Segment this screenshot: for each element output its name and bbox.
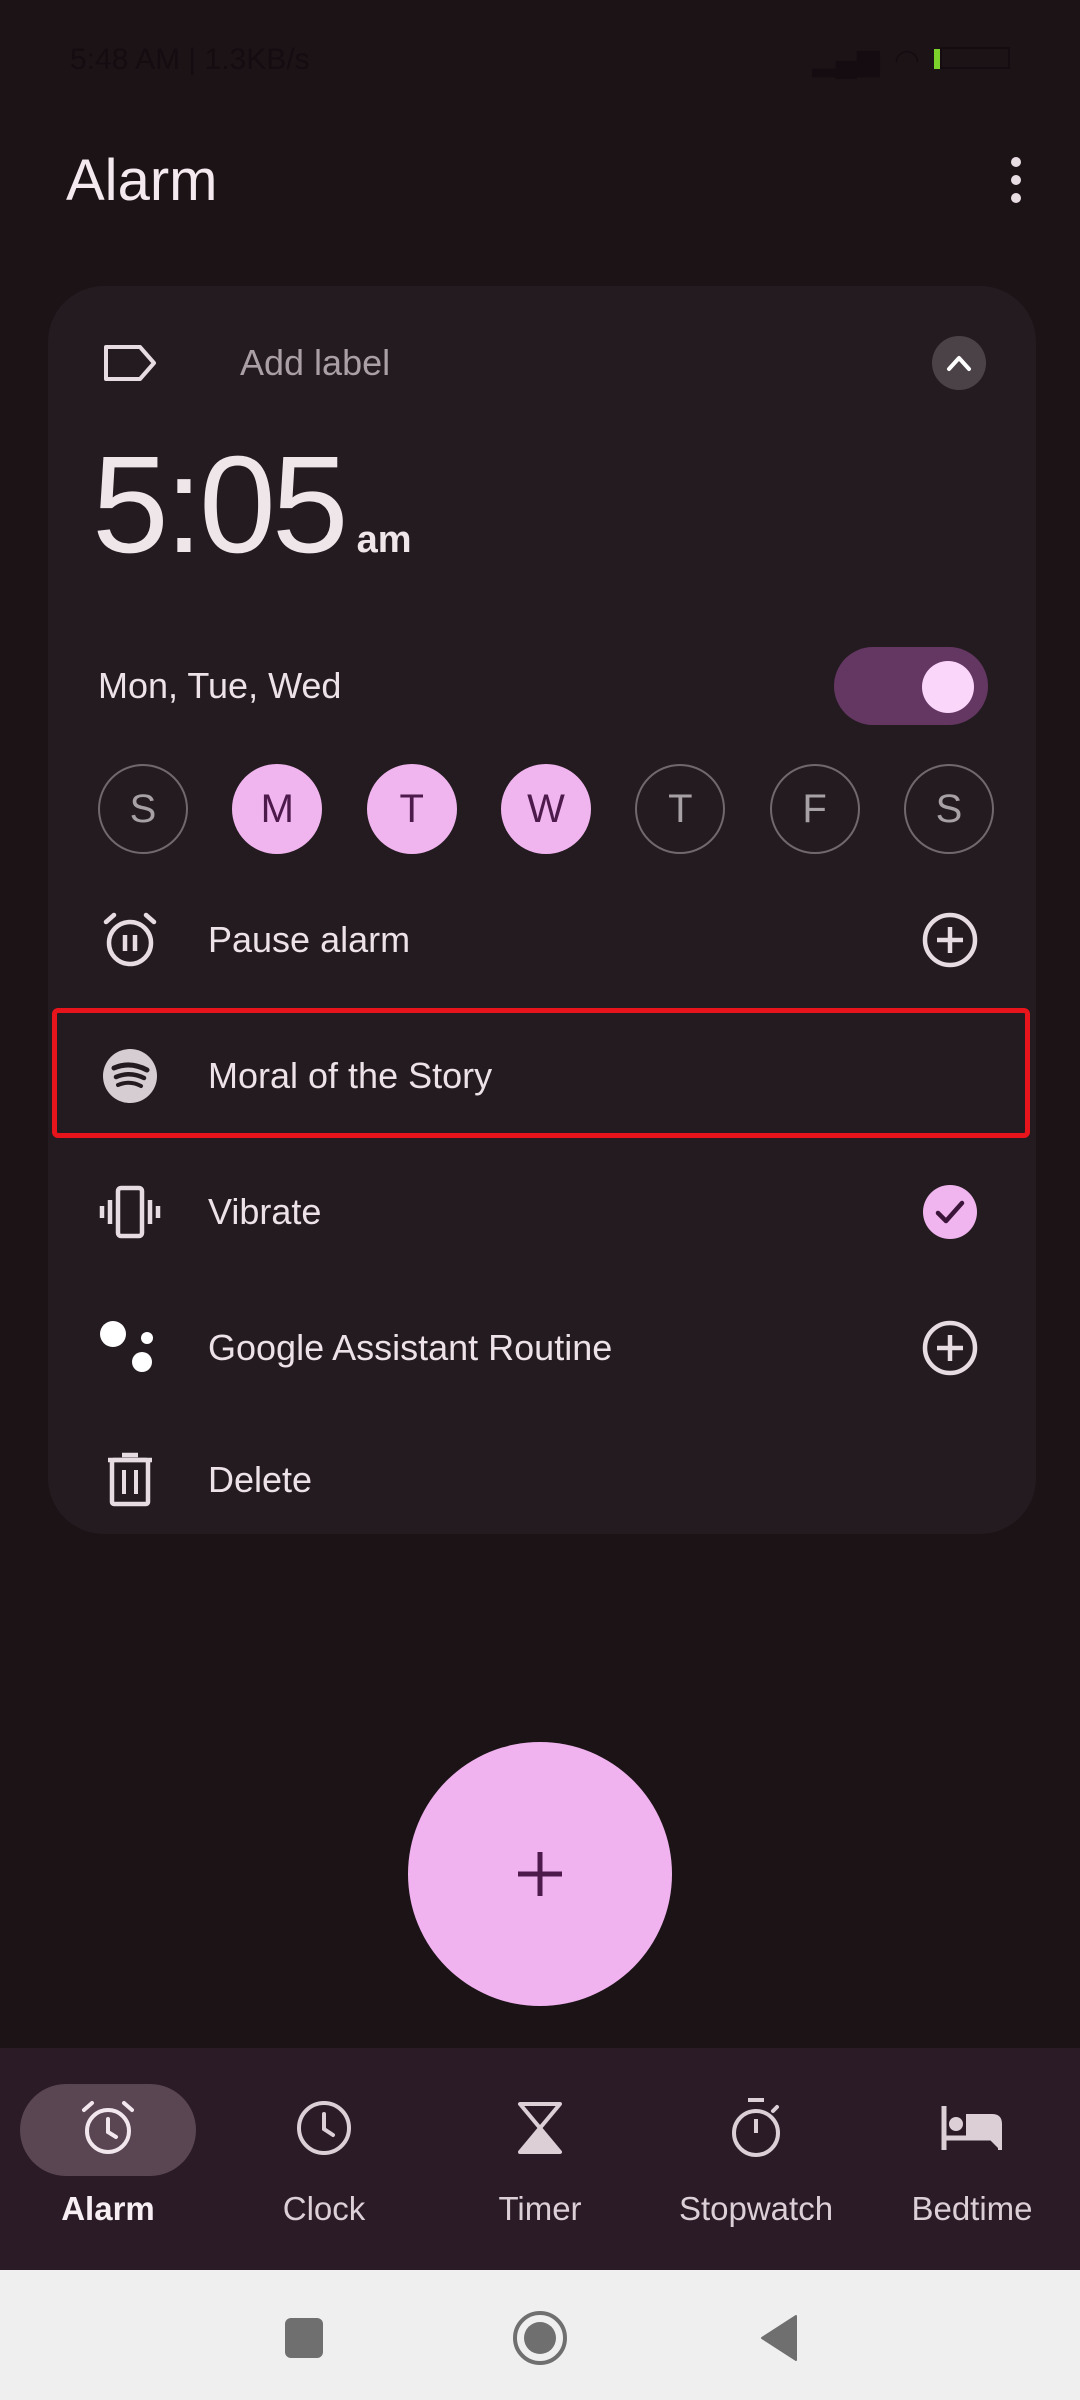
day-thursday[interactable]: T bbox=[635, 764, 726, 854]
wifi-icon: ◠ bbox=[893, 43, 920, 77]
alarm-card: Add label 5:05 am Mon, Tue, Wed S M T W … bbox=[48, 286, 1036, 1534]
status-icons: ▂▄▆ ◠ bbox=[812, 43, 1010, 78]
ringtone-row[interactable]: Moral of the Story bbox=[48, 1014, 1036, 1138]
add-circle-icon bbox=[922, 912, 978, 968]
nav-tab-clock[interactable]: Clock bbox=[224, 2048, 424, 2270]
back-button[interactable] bbox=[748, 2308, 808, 2368]
pause-alarm-label: Pause alarm bbox=[208, 919, 411, 960]
spotify-icon bbox=[98, 1044, 162, 1108]
add-label-row[interactable]: Add label bbox=[98, 328, 986, 398]
google-assistant-icon bbox=[98, 1316, 162, 1380]
stopwatch-icon bbox=[724, 2096, 788, 2160]
day-monday[interactable]: M bbox=[232, 764, 323, 854]
vibrate-label: Vibrate bbox=[208, 1191, 322, 1232]
bed-icon bbox=[940, 2096, 1004, 2160]
delete-label: Delete bbox=[208, 1459, 313, 1500]
toggle-knob bbox=[922, 661, 974, 713]
add-label-text: Add label bbox=[240, 342, 391, 383]
vibrate-row[interactable]: Vibrate bbox=[48, 1150, 1036, 1274]
home-icon bbox=[513, 2311, 567, 2365]
day-selector: S M T W T F S bbox=[98, 764, 994, 854]
bottom-navigation: Alarm Clock Timer Stopwatch Bedtime bbox=[0, 2048, 1080, 2270]
nav-tab-timer[interactable]: Timer bbox=[440, 2048, 640, 2270]
nav-label-stopwatch: Stopwatch bbox=[678, 2190, 834, 2227]
alarm-time-ampm: am bbox=[356, 519, 412, 561]
more-vert-icon bbox=[1011, 157, 1021, 167]
alarm-time-value: 5:05 bbox=[92, 428, 349, 582]
system-navigation-bar bbox=[0, 2270, 1080, 2400]
alarm-icon bbox=[76, 2096, 140, 2160]
assistant-routine-add-button[interactable] bbox=[920, 1318, 980, 1378]
hourglass-icon bbox=[508, 2096, 572, 2160]
ringtone-label: Moral of the Story bbox=[208, 1055, 493, 1096]
nav-label-bedtime: Bedtime bbox=[911, 2190, 1033, 2227]
vibrate-icon bbox=[98, 1180, 162, 1244]
nav-label-alarm: Alarm bbox=[61, 2190, 155, 2227]
recents-icon bbox=[285, 2318, 323, 2358]
more-options-button[interactable] bbox=[996, 150, 1036, 210]
nav-tab-bedtime[interactable]: Bedtime bbox=[872, 2048, 1072, 2270]
nav-label-clock: Clock bbox=[282, 2190, 366, 2227]
plus-icon bbox=[518, 1852, 562, 1896]
signal-icon: ▂▄▆ bbox=[812, 43, 880, 77]
check-circle-icon bbox=[923, 1185, 977, 1239]
day-wednesday[interactable]: W bbox=[500, 764, 591, 854]
clock-icon bbox=[292, 2096, 356, 2160]
delete-row[interactable]: Delete bbox=[48, 1418, 1036, 1542]
battery-icon bbox=[934, 43, 1010, 77]
add-alarm-button[interactable] bbox=[408, 1742, 672, 2006]
assistant-routine-label: Google Assistant Routine bbox=[208, 1327, 613, 1368]
app-header: Alarm bbox=[0, 130, 1080, 230]
recents-button[interactable] bbox=[274, 2308, 334, 2368]
day-tuesday[interactable]: T bbox=[366, 764, 457, 854]
back-icon bbox=[761, 2315, 797, 2361]
nav-tab-alarm[interactable]: Alarm bbox=[8, 2048, 208, 2270]
alarm-time[interactable]: 5:05 am bbox=[92, 436, 412, 574]
repeat-row: Mon, Tue, Wed bbox=[98, 646, 988, 726]
alarm-pause-icon bbox=[98, 908, 162, 972]
day-friday[interactable]: F bbox=[769, 764, 860, 854]
assistant-routine-row[interactable]: Google Assistant Routine bbox=[48, 1286, 1036, 1410]
repeat-summary: Mon, Tue, Wed bbox=[98, 665, 342, 706]
page-title: Alarm bbox=[66, 147, 218, 213]
trash-icon bbox=[98, 1448, 162, 1512]
nav-tab-stopwatch[interactable]: Stopwatch bbox=[656, 2048, 856, 2270]
pause-alarm-add-button[interactable] bbox=[920, 910, 980, 970]
status-time: 5:48 AM | 1.3KB/s bbox=[70, 43, 310, 76]
alarm-enable-toggle[interactable] bbox=[834, 647, 988, 725]
vibrate-checkbox[interactable] bbox=[920, 1182, 980, 1242]
status-bar: 5:48 AM | 1.3KB/s ▂▄▆ ◠ bbox=[0, 0, 1080, 120]
label-icon bbox=[104, 345, 156, 381]
home-button[interactable] bbox=[510, 2308, 570, 2368]
pause-alarm-row[interactable]: Pause alarm bbox=[48, 878, 1036, 1002]
chevron-up-icon bbox=[947, 356, 971, 371]
collapse-button[interactable] bbox=[932, 336, 986, 390]
day-saturday[interactable]: S bbox=[903, 764, 994, 854]
add-circle-icon bbox=[922, 1320, 978, 1376]
nav-label-timer: Timer bbox=[498, 2190, 582, 2227]
day-sunday[interactable]: S bbox=[98, 764, 188, 854]
